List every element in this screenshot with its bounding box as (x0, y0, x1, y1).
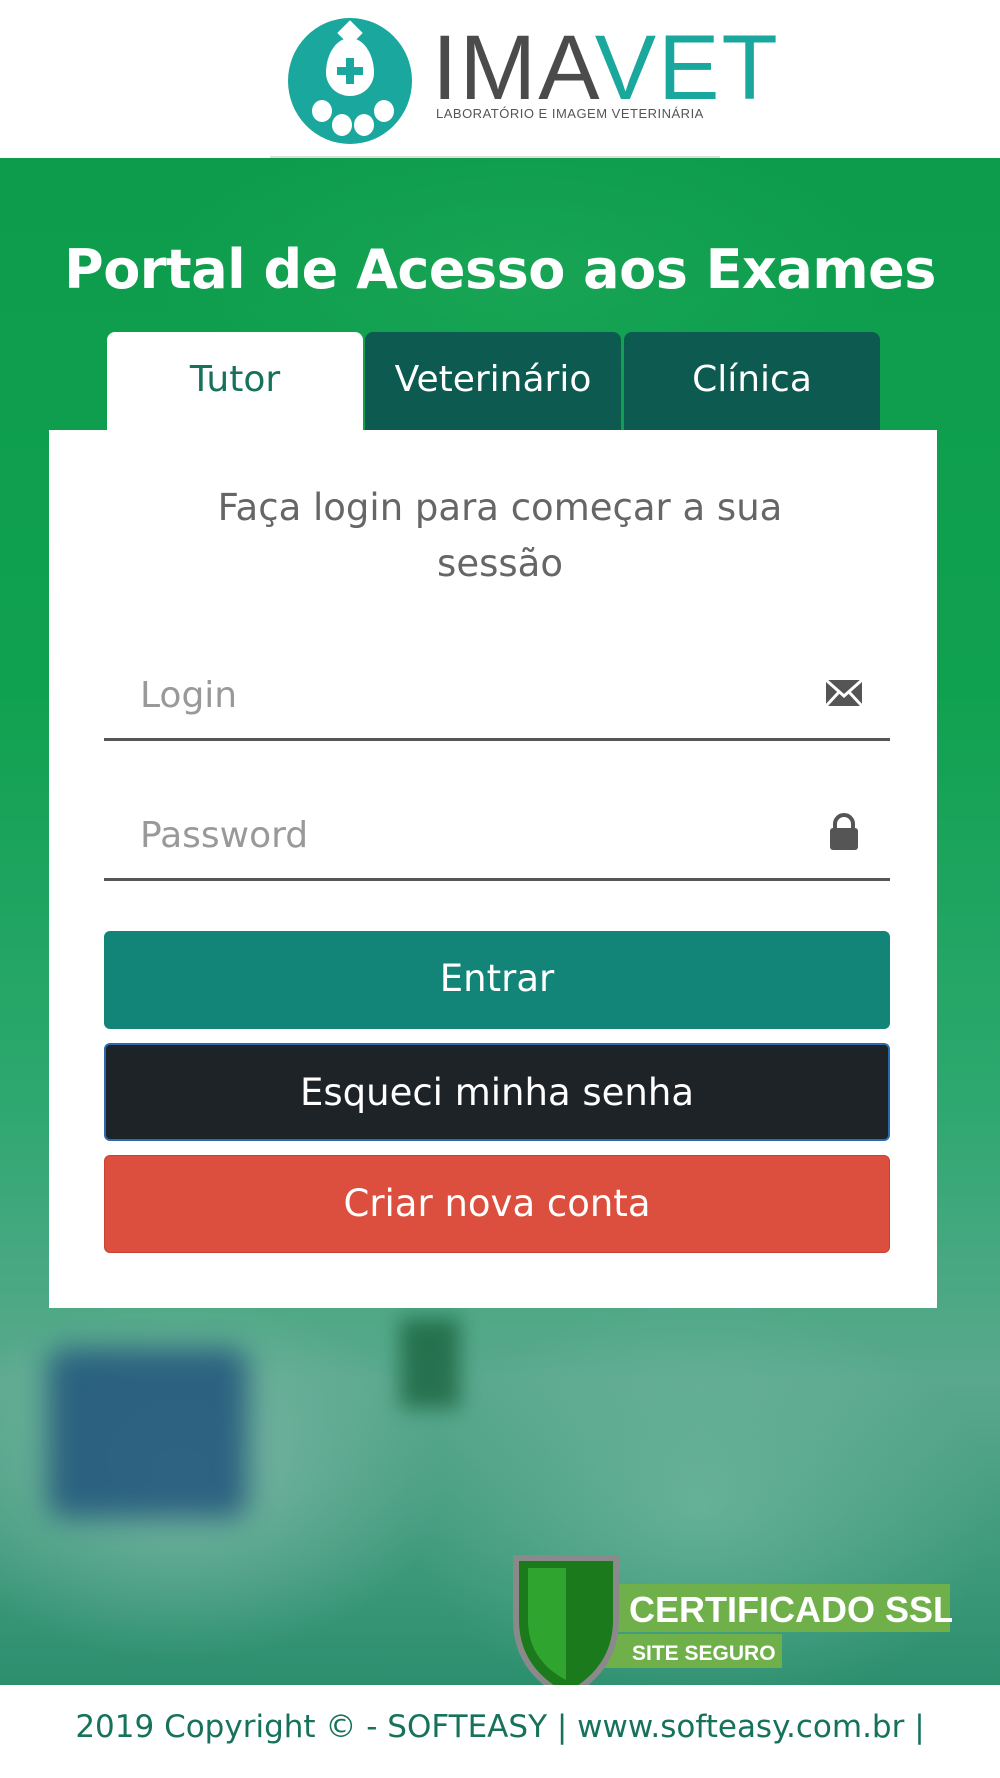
login-subtitle: Faça login para começar a sua sessão (217, 486, 783, 585)
create-account-button[interactable]: Criar nova conta (104, 1155, 890, 1253)
login-input[interactable] (138, 666, 782, 724)
password-input[interactable] (138, 806, 782, 864)
tab-tutor[interactable]: Tutor (107, 332, 363, 432)
ssl-badge-title: CERTIFICADO SSL (629, 1589, 952, 1630)
envelope-icon (824, 678, 864, 708)
login-field (104, 646, 890, 741)
tab-clinica[interactable]: Clínica (624, 332, 880, 432)
page-title: Portal de Acesso aos Exames (64, 238, 936, 301)
ssl-badge-subtitle: SITE SEGURO (632, 1642, 776, 1665)
footer: 2019 Copyright © - SOFTEASY | www.softea… (0, 1685, 1000, 1778)
header: IMAVET LABORATÓRIO E IMAGEM VETERINÁRIA (0, 0, 1000, 158)
brand-logo-text: IMAVET (432, 17, 780, 119)
password-field (104, 786, 890, 881)
paw-drop-logo-icon (288, 18, 412, 144)
enter-button[interactable]: Entrar (104, 931, 890, 1029)
brand-tagline: LABORATÓRIO E IMAGEM VETERINÁRIA (436, 106, 704, 121)
ssl-certificate-badge: CERTIFICADO SSL SITE SEGURO (513, 1555, 952, 1698)
lock-icon (830, 813, 858, 850)
tab-veterinario[interactable]: Veterinário (365, 332, 621, 432)
forgot-password-button[interactable]: Esqueci minha senha (104, 1043, 890, 1141)
footer-copyright: 2019 Copyright © - SOFTEASY | www.softea… (75, 1709, 925, 1745)
